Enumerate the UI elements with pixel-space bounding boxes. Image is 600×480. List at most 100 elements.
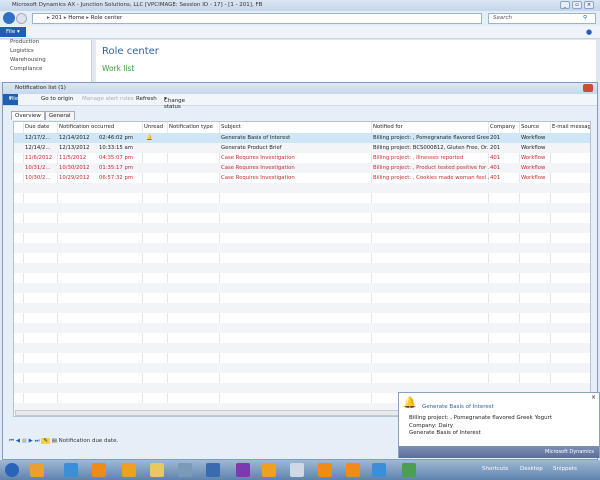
- cell-due: 10/30/2...: [25, 175, 51, 181]
- table-row[interactable]: 12/17/2... 12/14/2012 02:46:02 pm Generate …: [14, 133, 590, 143]
- taskbar-app-icon[interactable]: [64, 463, 78, 477]
- cell-time: 01:35:17 pm: [99, 165, 133, 171]
- notification-popup[interactable]: 🔔 × Generate Basis of Interest Billing p…: [398, 392, 600, 458]
- breadcrumb[interactable]: ▸ 201 ▸ Home ▸ Role center: [32, 13, 482, 24]
- breadcrumb-item[interactable]: Role center: [91, 15, 122, 21]
- breadcrumb-item[interactable]: Home: [68, 15, 84, 21]
- column-header[interactable]: Company: [490, 122, 520, 132]
- taskbar-app-icon[interactable]: [290, 463, 304, 477]
- taskbar-app-icon[interactable]: [372, 463, 386, 477]
- empty-row: [14, 323, 590, 333]
- cell-source: Workflow: [521, 135, 546, 141]
- cell-company: 401: [490, 155, 501, 161]
- taskbar-app-icon[interactable]: [122, 463, 136, 477]
- help-icon[interactable]: ●: [586, 28, 592, 36]
- first-record-button[interactable]: ⏮: [9, 438, 14, 444]
- table-row[interactable]: 12/14/2... 12/13/2012 10:33:15 am Generate …: [14, 143, 590, 153]
- minimize-button[interactable]: _: [560, 1, 570, 9]
- nav-item-production[interactable]: Production: [0, 37, 91, 46]
- refresh-button[interactable]: Refresh: [136, 96, 157, 102]
- cell-source: Workflow: [521, 165, 546, 171]
- popup-title[interactable]: Generate Basis of Interest: [422, 404, 494, 410]
- cell-due: 11/6/2012: [25, 155, 53, 161]
- column-header[interactable]: Due date: [25, 122, 58, 132]
- cell-date: 10/30/2012: [59, 165, 90, 171]
- nav-item-warehousing[interactable]: Warehousing: [0, 55, 91, 64]
- forward-button[interactable]: [16, 13, 27, 24]
- empty-row: [14, 333, 590, 343]
- taskbar-app-icon[interactable]: [402, 463, 416, 477]
- toolbar-shortcuts[interactable]: Shortcuts: [482, 466, 508, 472]
- start-button[interactable]: [5, 463, 19, 477]
- window-title: Microsoft Dynamics AX - Junction Solutio…: [12, 2, 263, 8]
- change-status-button[interactable]: Change status ▾: [164, 96, 185, 110]
- column-header[interactable]: Unread: [144, 122, 169, 132]
- taskbar-app-icon[interactable]: [346, 463, 360, 477]
- taskbar-app-icon[interactable]: [92, 463, 106, 477]
- action-pane: File ▾ Go to origin Manage alert rules R…: [3, 94, 597, 110]
- file-menu-button[interactable]: File ▾: [0, 27, 26, 37]
- notification-window-title: Notification list (1): [3, 83, 597, 94]
- notification-title: Notification list (1): [15, 85, 66, 91]
- nav-item-compliance[interactable]: Compliance: [0, 64, 91, 73]
- search-icon[interactable]: ⚲: [583, 15, 587, 21]
- column-header[interactable]: Notified for: [373, 122, 489, 132]
- nav-item-logistics[interactable]: Logistics: [0, 46, 91, 55]
- taskbar-app-icon[interactable]: [30, 463, 44, 477]
- search-input[interactable]: Search ⚲: [488, 13, 596, 24]
- edit-icon[interactable]: ✎: [41, 438, 50, 444]
- column-header[interactable]: Notification type: [169, 122, 219, 132]
- close-window-button[interactable]: [583, 84, 593, 92]
- empty-row: [14, 253, 590, 263]
- empty-row: [14, 263, 590, 273]
- cell-for: Billing project: , Pomegranate flavored …: [373, 135, 489, 141]
- table-row[interactable]: 10/31/2... 10/30/2012 01:35:17 pm Case Requ…: [14, 163, 590, 173]
- maximize-button[interactable]: ▫: [572, 1, 582, 9]
- change-status-label: Change status: [164, 98, 186, 110]
- cell-for: Billing project: BCS000812, Gluten Free,…: [373, 145, 489, 151]
- next-record-button[interactable]: ▶: [29, 438, 33, 444]
- taskbar-app-icon[interactable]: [318, 463, 332, 477]
- column-header[interactable]: Source: [521, 122, 551, 132]
- back-button[interactable]: [3, 12, 15, 24]
- cell-for: Billing project: , Cookies made woman fe…: [373, 175, 489, 181]
- taskbar-app-icon[interactable]: [262, 463, 276, 477]
- taskbar-app-icon[interactable]: [178, 463, 192, 477]
- table-row[interactable]: 11/6/2012 11/5/2012 04:35:07 pm Case Requir…: [14, 153, 590, 163]
- cell-time: 02:46:02 pm: [99, 135, 133, 141]
- last-record-button[interactable]: ⏭: [35, 438, 40, 444]
- column-header[interactable]: Notification occurred: [59, 122, 144, 132]
- table-row[interactable]: 10/30/2... 10/29/2012 06:57:32 pm Case Requ…: [14, 173, 590, 183]
- previous-record-button[interactable]: ◀: [16, 438, 20, 444]
- document-icon[interactable]: ▤: [52, 438, 57, 444]
- grid-header: Due date Notification occurred Unread Notif…: [14, 122, 590, 132]
- cell-company: 201: [490, 145, 501, 151]
- column-header[interactable]: Subject: [221, 122, 371, 132]
- cell-time: 10:33:15 am: [99, 145, 133, 151]
- record-navigation: ⏮ ◀ ■ ▶ ⏭ ✎ ▤ Notification due date.: [9, 438, 399, 452]
- manage-alert-rules-button[interactable]: Manage alert rules: [82, 96, 134, 102]
- taskbar-app-icon[interactable]: [150, 463, 164, 477]
- cell-date: 12/14/2012: [59, 135, 90, 141]
- popup-close-icon[interactable]: ×: [591, 394, 596, 401]
- file-menu-button[interactable]: File ▾: [3, 94, 18, 105]
- empty-row: [14, 193, 590, 203]
- tab-overview[interactable]: Overview: [11, 111, 45, 120]
- cell-due: 12/14/2...: [25, 145, 51, 151]
- stop-button[interactable]: ■: [22, 438, 27, 444]
- tab-general[interactable]: General: [44, 111, 75, 120]
- cell-subject: Generate Basis of Interest: [221, 135, 291, 141]
- empty-row: [14, 273, 590, 283]
- toolbar-snippets[interactable]: Snippets: [553, 466, 577, 472]
- go-to-origin-button[interactable]: Go to origin: [41, 96, 73, 102]
- breadcrumb-item[interactable]: 201: [52, 15, 63, 21]
- taskbar-app-icon[interactable]: [206, 463, 220, 477]
- section-title: Work list: [102, 64, 135, 73]
- column-header[interactable]: E-mail message: [552, 122, 590, 132]
- cell-subject: Generate Product Brief: [221, 145, 282, 151]
- toolbar-desktop[interactable]: Desktop: [520, 466, 543, 472]
- empty-row: [14, 343, 590, 353]
- page-title: Role center: [102, 46, 159, 57]
- taskbar-app-icon[interactable]: [236, 463, 250, 477]
- close-button[interactable]: ×: [584, 1, 594, 9]
